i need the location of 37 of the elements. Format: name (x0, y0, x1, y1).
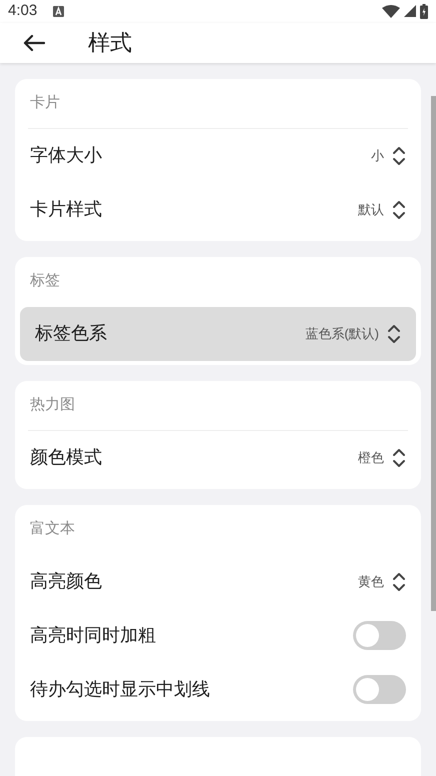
status-time: 4:03 (8, 1, 38, 21)
signal-icon (404, 5, 416, 18)
setting-label: 待办勾选时显示中划线 (30, 678, 210, 701)
battery-icon (420, 4, 428, 19)
setting-value: 蓝色系(默认) (305, 324, 379, 343)
setting-label: 颜色模式 (30, 446, 102, 469)
setting-label: 字体大小 (30, 144, 102, 167)
toggle-switch[interactable] (353, 675, 406, 704)
setting-value: 默认 (358, 200, 384, 219)
setting-value: 小 (371, 146, 384, 165)
select-row[interactable]: 卡片样式 默认 (15, 182, 421, 236)
select-row[interactable]: 字体大小 小 (15, 128, 421, 182)
toggle-row[interactable]: 待办勾选时显示中划线 (15, 662, 421, 716)
select-row[interactable]: 高亮颜色 黄色 (15, 554, 421, 608)
page-title: 样式 (88, 29, 132, 57)
up-down-chevron-icon (392, 200, 406, 220)
up-down-chevron-icon (392, 448, 406, 468)
select-row[interactable]: 颜色模式 橙色 (15, 430, 421, 484)
section-title: 富文本 (30, 519, 75, 540)
up-down-chevron-icon (392, 572, 406, 592)
select-row[interactable]: 标签色系 蓝色系(默认) (20, 306, 416, 360)
setting-label: 标签色系 (35, 322, 107, 345)
section-title: 标签 (30, 271, 60, 292)
toggle-switch[interactable] (353, 621, 406, 650)
setting-label: 高亮颜色 (30, 570, 102, 593)
back-arrow-icon (23, 34, 45, 52)
toggle-row[interactable]: 高亮时同时加粗 (15, 608, 421, 662)
section-title: 卡片 (30, 92, 60, 113)
up-down-chevron-icon (392, 146, 406, 166)
section-title: 热力图 (30, 394, 75, 415)
up-down-chevron-icon (387, 324, 401, 344)
setting-label: 卡片样式 (30, 198, 102, 221)
setting-value: 橙色 (358, 448, 384, 467)
setting-value: 黄色 (358, 572, 384, 591)
wifi-icon (382, 4, 400, 18)
notification-icon (53, 6, 64, 17)
setting-label: 高亮时同时加粗 (30, 624, 156, 647)
